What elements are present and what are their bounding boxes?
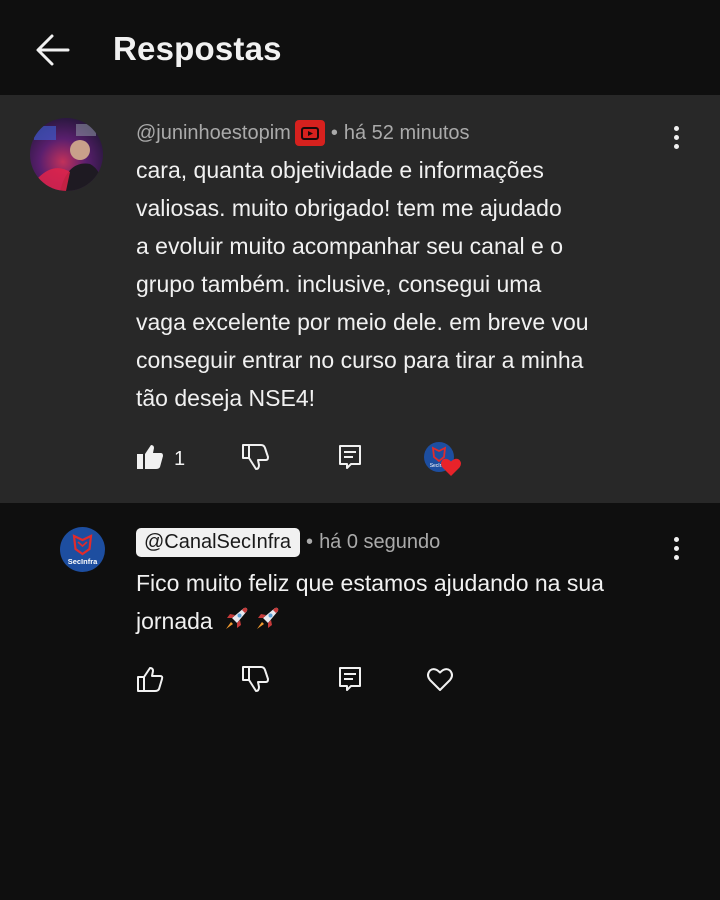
parent-comment: @juninhoestopim • há 52 minutos cara, qu… [0, 95, 720, 503]
like-button[interactable]: 1 [136, 441, 185, 477]
like-button[interactable] [136, 663, 164, 699]
reply-comment: SecInfra @CanalSecInfra • há 0 segundo F… [0, 503, 720, 900]
more-options-icon[interactable] [672, 126, 680, 152]
comment-actions: 1 SecInfra [136, 441, 536, 477]
comment-text: cara, quanta objetividade e informações … [136, 151, 696, 417]
comment-line: vaga excelente por meio dele. em breve v… [136, 309, 589, 335]
dislike-button[interactable] [241, 663, 269, 699]
comment-line: jornada [136, 608, 213, 634]
back-arrow-icon[interactable] [30, 30, 76, 70]
comment-icon [338, 666, 362, 697]
comment-time: há 52 minutos [343, 121, 470, 144]
author-handle-chip[interactable]: @CanalSecInfra [136, 527, 301, 557]
page-title: Respostas [113, 30, 282, 67]
svg-text:SecInfra: SecInfra [68, 557, 98, 566]
reply-button[interactable] [338, 441, 362, 477]
comment-line: valiosas. muito obrigado! tem me ajudado [136, 195, 562, 221]
comment-meta: @CanalSecInfra • há 0 segundo [136, 527, 440, 557]
channel-avatar[interactable]: SecInfra [60, 527, 105, 572]
comment-line: tão deseja NSE4! [136, 385, 316, 411]
heart-outline-icon [426, 665, 454, 698]
dislike-button[interactable] [241, 441, 269, 477]
comment-line: grupo também. inclusive, consegui uma [136, 271, 542, 297]
meta-separator: • [330, 121, 338, 144]
meta-separator: • [306, 530, 314, 553]
comment-line: a evoluir muito acompanhar seu canal e o [136, 233, 564, 259]
comment-text: Fico muito feliz que estamos ajudando na… [136, 564, 696, 640]
comment-line: Fico muito feliz que estamos ajudando na… [136, 570, 604, 596]
rocket-emoji-icon [253, 605, 281, 633]
thumbs-up-outline-icon [136, 665, 164, 698]
heart-button[interactable] [426, 663, 454, 699]
comment-line: cara, quanta objetividade e informações [136, 157, 544, 183]
thumbs-up-filled-icon [136, 443, 164, 476]
more-options-icon[interactable] [672, 537, 680, 563]
comment-line-with-emoji: jornada [136, 602, 696, 640]
comment-icon [338, 444, 362, 475]
member-badge-icon [294, 120, 325, 146]
author-handle[interactable]: @juninhoestopim [136, 122, 291, 145]
heart-icon [440, 456, 462, 478]
reply-button[interactable] [338, 663, 362, 699]
comment-line: conseguir entrar no curso para tirar a m… [136, 347, 584, 373]
creator-heart-badge: SecInfra [424, 442, 466, 482]
comment-actions [136, 663, 536, 699]
rocket-emoji-icon [222, 605, 250, 633]
thumbs-down-icon [241, 443, 269, 476]
like-count: 1 [174, 447, 186, 470]
comment-meta: @juninhoestopim • há 52 minutos [136, 120, 470, 146]
user-avatar[interactable] [30, 118, 103, 191]
thumbs-down-icon [241, 665, 269, 698]
comment-time: há 0 segundo [319, 530, 441, 553]
top-app-bar: Respostas [0, 0, 720, 95]
